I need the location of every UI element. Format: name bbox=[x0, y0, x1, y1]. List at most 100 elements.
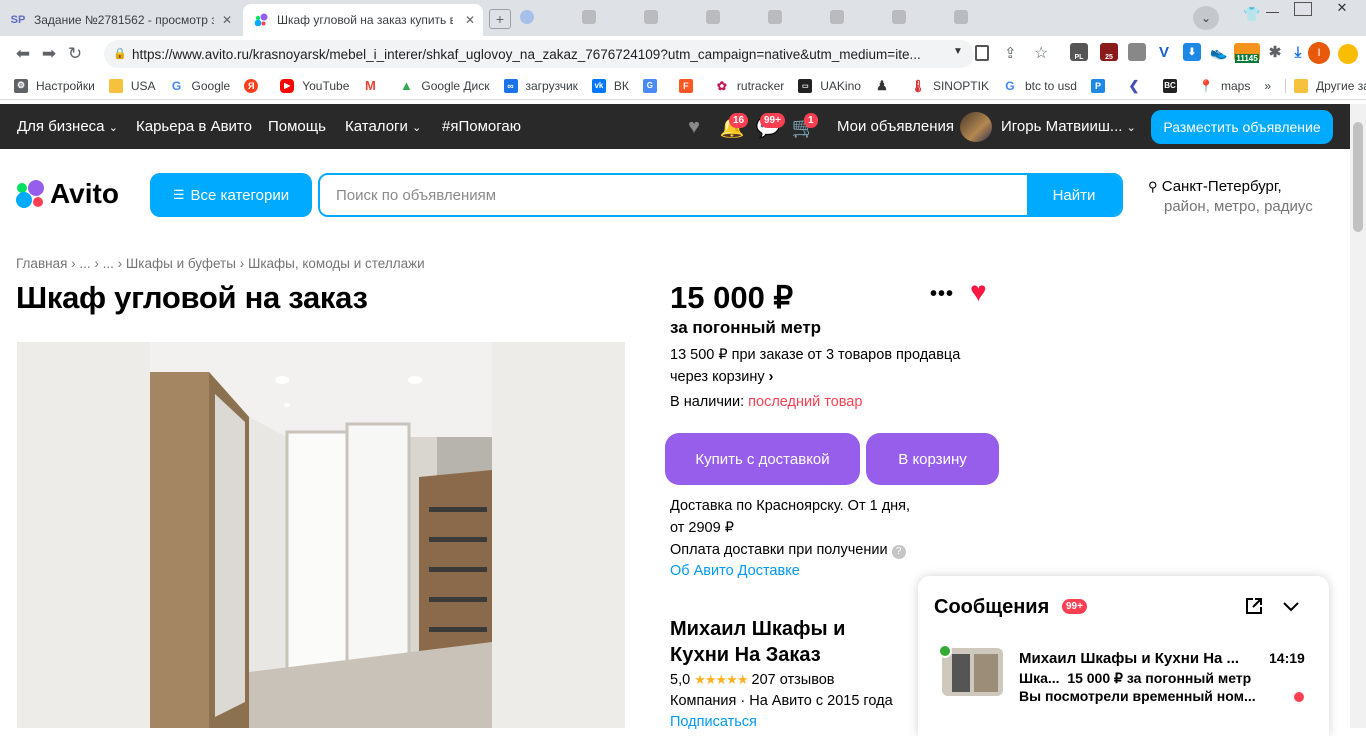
chevron-right-icon: › bbox=[768, 369, 774, 385]
bookmark-translate[interactable]: G bbox=[642, 78, 665, 93]
notifications-badge: 16 bbox=[729, 113, 749, 128]
tab-search-dropdown-icon[interactable]: ⌄ bbox=[1193, 6, 1219, 30]
browser-tab-1[interactable]: SP Задание №2781562 - просмотр з ✕ bbox=[0, 4, 240, 36]
minimize-window-icon[interactable]: — bbox=[1266, 4, 1279, 19]
extension-download-icon[interactable]: ⬇ bbox=[1183, 43, 1201, 61]
bookmark-star-icon[interactable]: ☆ bbox=[1034, 43, 1048, 63]
bookmark-google[interactable]: G Google bbox=[169, 78, 230, 93]
youtube-icon: ▶ bbox=[280, 78, 295, 93]
favorite-heart-icon[interactable]: ♥ bbox=[970, 276, 987, 308]
p-icon: P bbox=[1090, 78, 1105, 93]
my-ads-link[interactable]: Мои объявления bbox=[837, 118, 954, 135]
scrollbar-thumb[interactable] bbox=[1353, 122, 1363, 232]
listing-photo[interactable] bbox=[17, 342, 625, 728]
extension-briefcase-icon[interactable] bbox=[1128, 43, 1146, 61]
restore-window-icon[interactable] bbox=[1294, 2, 1312, 16]
background-tabs bbox=[520, 10, 1100, 26]
new-tab-icon[interactable]: + bbox=[489, 9, 511, 29]
extension-shoe-icon[interactable]: 👟 bbox=[1210, 43, 1228, 61]
breadcrumb-ellipsis[interactable]: ... bbox=[103, 256, 114, 271]
reviews-link[interactable]: 207 отзывов bbox=[752, 672, 835, 688]
bookmark-yandex[interactable]: Я bbox=[244, 78, 266, 93]
breadcrumb-wardrobes[interactable]: Шкафы и буфеты bbox=[126, 256, 236, 271]
bookmark-chess[interactable]: ♟ bbox=[874, 78, 897, 93]
about-delivery-link[interactable]: Об Авито Доставке bbox=[670, 563, 800, 579]
chevron-down-icon: ⌄ bbox=[412, 122, 422, 134]
help-question-icon[interactable]: ? bbox=[891, 545, 906, 559]
bookmark-maps[interactable]: 📍 maps bbox=[1199, 78, 1250, 93]
close-window-icon[interactable]: ✕ bbox=[1318, 0, 1366, 18]
bookmark-bc[interactable]: BC bbox=[1162, 78, 1185, 93]
downloads-icon[interactable]: ⤓ bbox=[1289, 43, 1307, 61]
bookmark-other[interactable]: Другие закладки bbox=[1285, 78, 1366, 93]
avito-logo[interactable]: Avito bbox=[16, 178, 119, 210]
breadcrumb-ellipsis[interactable]: ... bbox=[79, 256, 90, 271]
nav-ya-pomogayu[interactable]: #яПомогаю bbox=[442, 118, 521, 135]
close-tab-icon[interactable]: ✕ bbox=[222, 13, 232, 27]
browser-tab-2-active[interactable]: Шкаф угловой на заказ купить в ✕ bbox=[243, 4, 483, 36]
favorites-heart-icon[interactable]: ♥ bbox=[682, 116, 706, 138]
browser-tab-strip: SP Задание №2781562 - просмотр з ✕ Шкаф … bbox=[0, 0, 1366, 36]
forward-arrow-icon[interactable]: ➡ bbox=[36, 41, 62, 67]
nav-help[interactable]: Помощь bbox=[268, 118, 326, 135]
back-arrow-icon[interactable]: ⬅ bbox=[10, 41, 36, 67]
bookmark-usa[interactable]: USA bbox=[108, 78, 156, 93]
payment-info: Оплата доставки при получении ? bbox=[670, 542, 906, 559]
extension-v-icon[interactable]: V bbox=[1155, 43, 1173, 61]
buy-with-delivery-button[interactable]: Купить с доставкой bbox=[665, 433, 860, 485]
wardrobe-photo-image bbox=[17, 342, 625, 728]
bookmark-arrow[interactable]: ❮ bbox=[1126, 78, 1149, 93]
message-thread-item[interactable]: Михаил Шкафы и Кухни На ... 14:19 Шка...… bbox=[918, 638, 1329, 718]
nav-for-business[interactable]: Для бизнеса ⌄ bbox=[17, 118, 118, 135]
nav-catalogs[interactable]: Каталоги ⌄ bbox=[345, 118, 421, 135]
bookmark-p[interactable]: P bbox=[1090, 78, 1113, 93]
bulk-price-cart-link[interactable]: через корзину › bbox=[670, 369, 773, 385]
bookmark-gmail[interactable]: M bbox=[363, 78, 385, 93]
page-title: Шкаф угловой на заказ bbox=[16, 280, 368, 315]
add-to-cart-button[interactable]: В корзину bbox=[866, 433, 999, 485]
extensions-puzzle-icon[interactable]: ✱ bbox=[1266, 43, 1284, 61]
search-button[interactable]: Найти bbox=[1027, 175, 1121, 215]
bookmark-uakino[interactable]: ▭ UAKino bbox=[798, 78, 861, 93]
bookmark-vk[interactable]: vk ВК bbox=[591, 78, 629, 93]
blocked-popup-icon[interactable] bbox=[975, 45, 989, 61]
user-menu[interactable]: Игорь Матвииш... ⌄ bbox=[1001, 118, 1136, 135]
bookmark-rutracker[interactable]: ✿ rutracker bbox=[714, 78, 784, 93]
bookmark-f[interactable]: F bbox=[678, 78, 701, 93]
bookmark-settings[interactable]: ⚙ Настройки bbox=[14, 78, 95, 93]
bookmark-google-drive[interactable]: ▲ Google Диск bbox=[399, 78, 490, 93]
thread-listing: Шка... 15 000 ₽ за погонный метр bbox=[1019, 670, 1252, 686]
more-bookmarks-chevron-icon[interactable]: » bbox=[1264, 79, 1271, 93]
bookmark-sinoptik[interactable]: 🌡 SINOPTIK bbox=[910, 78, 989, 93]
user-avatar[interactable] bbox=[960, 112, 992, 142]
reload-icon[interactable]: ↻ bbox=[62, 41, 88, 67]
nav-career[interactable]: Карьера в Авито bbox=[136, 118, 252, 135]
availability: В наличии: последний товар bbox=[670, 394, 863, 410]
open-external-icon[interactable] bbox=[1244, 596, 1264, 616]
profile-avatar[interactable]: I bbox=[1308, 42, 1330, 64]
breadcrumb-cabinets[interactable]: Шкафы, комоды и стеллажи bbox=[248, 256, 425, 271]
close-tab-icon[interactable]: ✕ bbox=[465, 13, 475, 27]
collapse-chevron-icon[interactable] bbox=[1281, 596, 1301, 616]
share-icon[interactable]: ⇪ bbox=[1004, 44, 1017, 62]
url-dropdown-icon[interactable]: ▼ bbox=[953, 46, 963, 57]
bookmark-btc-to-usd[interactable]: Gbtc to usd bbox=[1002, 78, 1077, 93]
address-bar[interactable]: 🔒 https://www.avito.ru/krasnoyarsk/mebel… bbox=[104, 40, 974, 68]
extension-25-icon[interactable]: 25 bbox=[1100, 43, 1118, 61]
location-selector[interactable]: ⚲ Санкт-Петербург, район, метро, радиус bbox=[1148, 177, 1313, 217]
seller-name[interactable]: Михаил Шкафы и Кухни На Заказ bbox=[670, 616, 845, 668]
gear-icon: ⚙ bbox=[14, 78, 28, 93]
bookmark-youtube[interactable]: ▶ YouTube bbox=[280, 78, 349, 93]
place-ad-button[interactable]: Разместить объявление bbox=[1151, 110, 1333, 144]
bookmark-downloader[interactable]: ∞ загрузчик bbox=[503, 78, 578, 93]
all-categories-button[interactable]: ☰ Все категории bbox=[150, 173, 312, 217]
lock-icon: 🔒 bbox=[113, 48, 127, 60]
chrome-menu-icon[interactable] bbox=[1338, 44, 1358, 64]
search-input[interactable] bbox=[320, 175, 1027, 215]
seller-info: Компания · На Авито с 2015 года bbox=[670, 693, 893, 709]
more-options-icon[interactable]: ••• bbox=[930, 283, 954, 306]
extension-bitcoin-icon[interactable]: 11145 bbox=[1234, 43, 1260, 63]
chevron-down-icon: ⌄ bbox=[1126, 122, 1136, 134]
extension-globe-icon[interactable]: PL bbox=[1070, 43, 1088, 61]
breadcrumb-home[interactable]: Главная bbox=[16, 256, 67, 271]
